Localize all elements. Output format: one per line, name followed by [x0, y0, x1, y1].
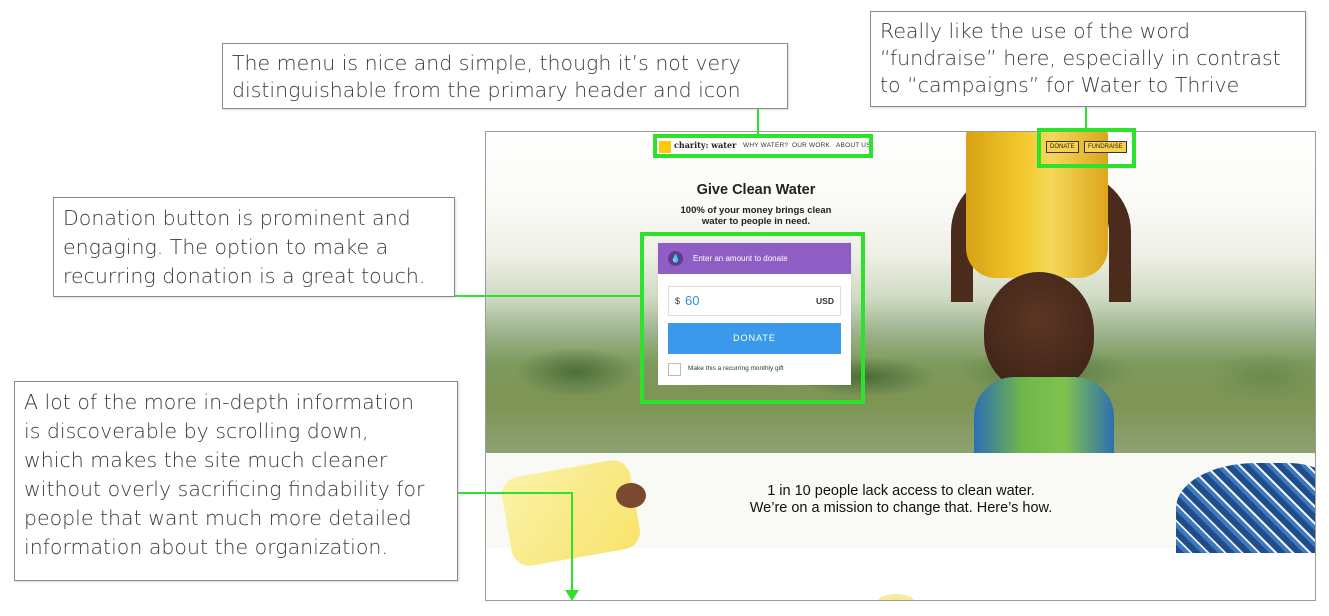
connector-menu [757, 109, 759, 134]
connector-scroll-vertical [571, 492, 573, 592]
connector-fundraise [1085, 107, 1087, 128]
mission-band: 1 in 10 people lack access to clean wate… [486, 453, 1315, 569]
annotation-donation-text: Donation button is prominent and engagin… [63, 206, 426, 288]
hero-subtitle: 100% of your money brings clean water to… [680, 205, 832, 227]
band-hand-image [616, 483, 646, 508]
mission-text: 1 in 10 people lack access to clean wate… [749, 483, 1053, 516]
highlight-menu [653, 134, 873, 158]
annotation-fundraise-text: Really like the use of the word “fundrai… [880, 19, 1281, 97]
website-screenshot: charity: water WHY WATER? OUR WORK ABOUT… [485, 131, 1316, 601]
connector-scroll-horizontal [458, 492, 572, 494]
annotation-donation: Donation button is prominent and engagin… [53, 197, 455, 297]
highlight-donation-widget [640, 232, 865, 404]
annotation-menu-text: The menu is nice and simple, though it’s… [232, 51, 741, 102]
scroll-arrow-icon [565, 590, 579, 601]
annotation-menu: The menu is nice and simple, though it’s… [222, 43, 788, 109]
hero-trees [486, 337, 1315, 397]
below-fold-hint [876, 594, 916, 600]
annotation-fundraise: Really like the use of the word “fundrai… [870, 11, 1306, 107]
annotation-scroll-text: A lot of the more in-depth information i… [24, 390, 425, 559]
highlight-header-buttons [1037, 128, 1136, 168]
hero-title: Give Clean Water [696, 182, 816, 198]
hero-child-face [984, 272, 1094, 392]
hero-section: charity: water WHY WATER? OUR WORK ABOUT… [486, 132, 1315, 467]
annotation-scroll: A lot of the more in-depth information i… [14, 381, 458, 581]
band-fabric-image [1176, 463, 1315, 553]
connector-donation [455, 295, 640, 297]
